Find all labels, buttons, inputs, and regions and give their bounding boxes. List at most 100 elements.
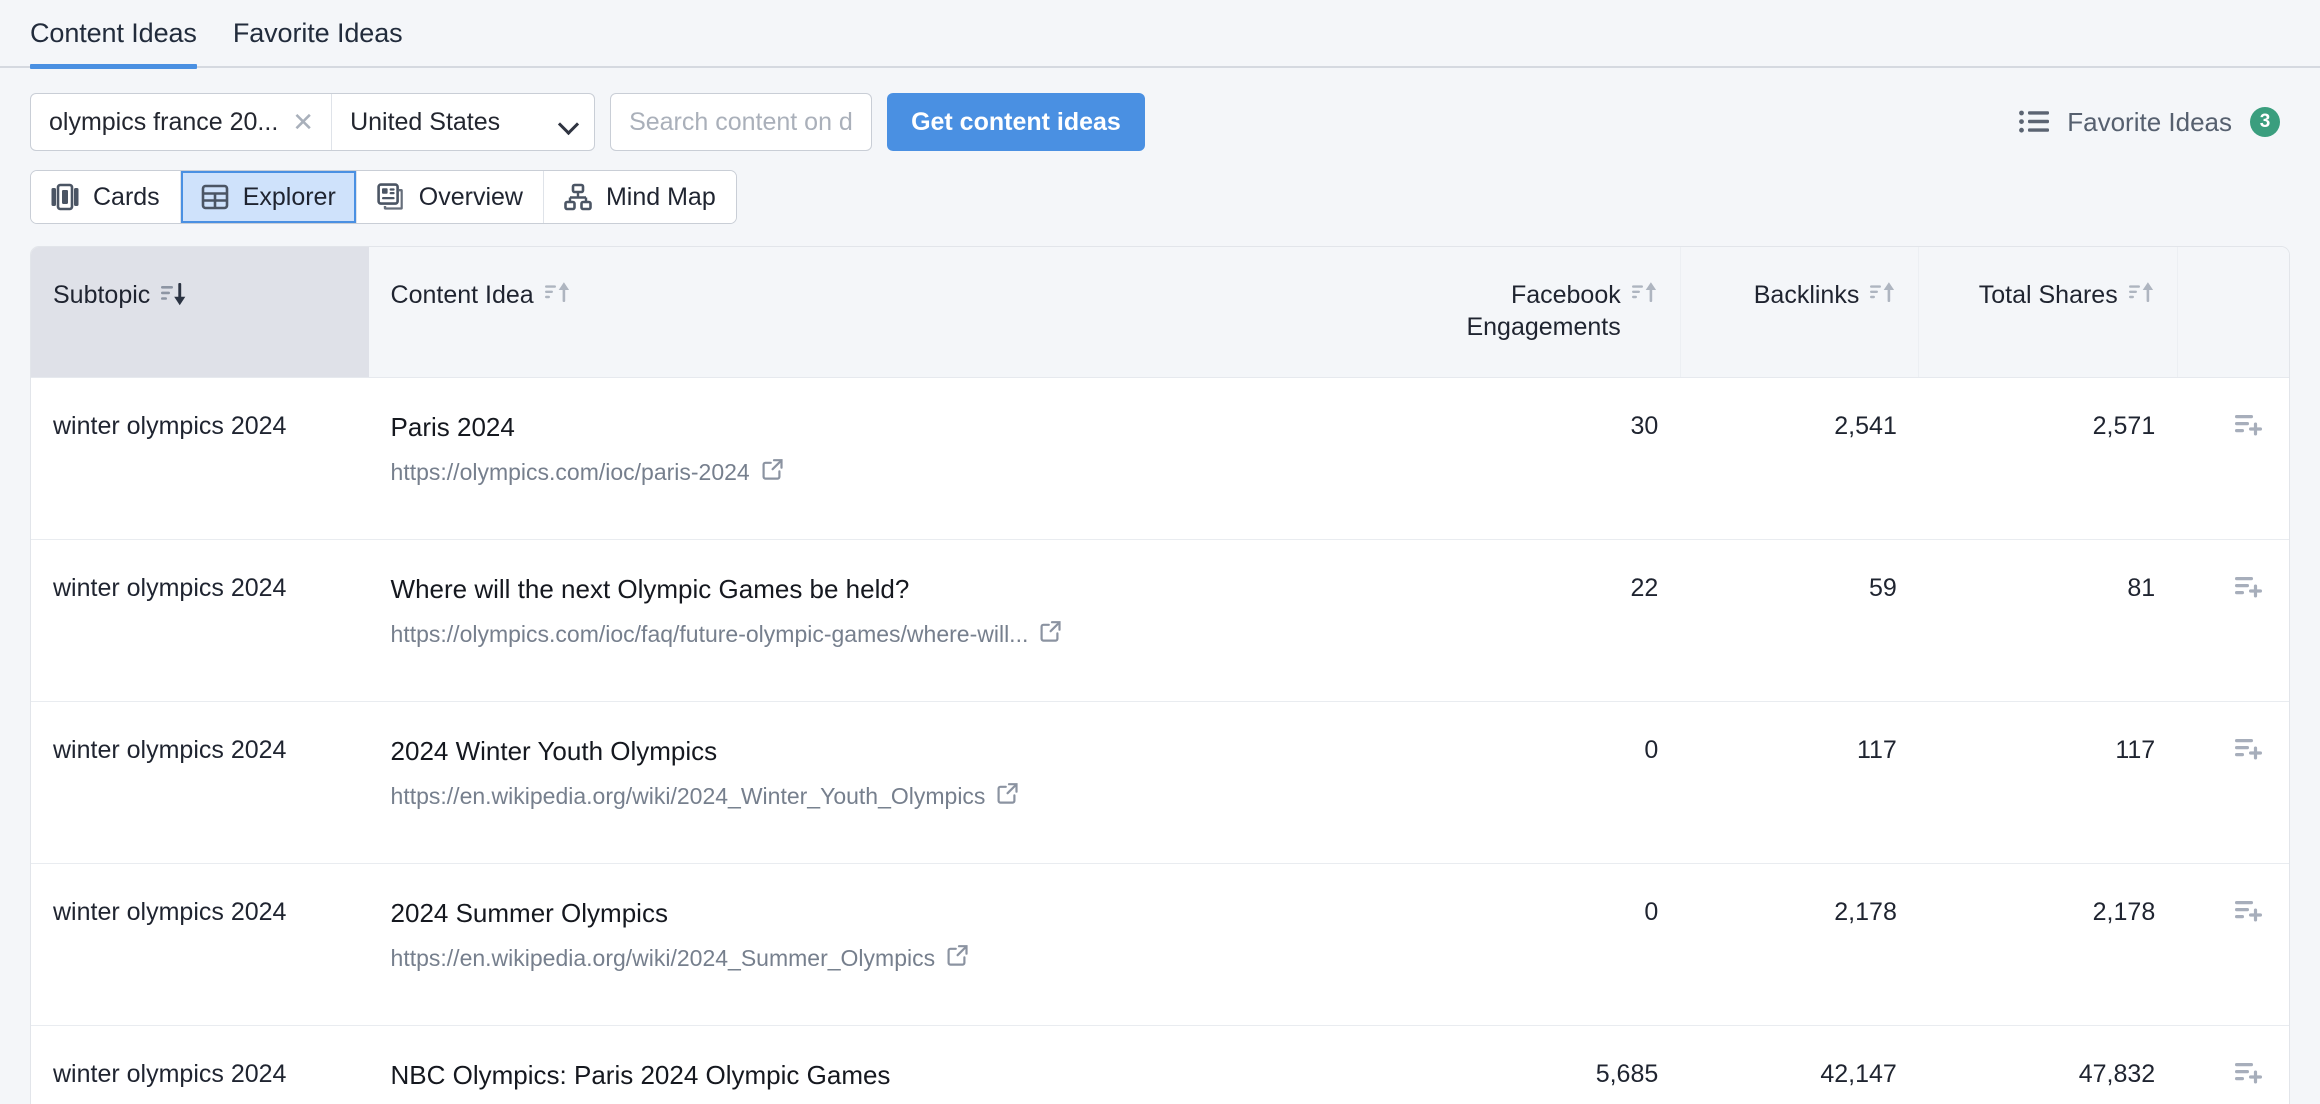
- table-row[interactable]: winter olympics 2024 Paris 2024 https://…: [31, 377, 2289, 540]
- sort-ascending-icon: [1631, 281, 1658, 314]
- cell-subtopic: winter olympics 2024: [31, 863, 369, 1026]
- column-header-backlinks[interactable]: Backlinks: [1680, 247, 1920, 378]
- domain-search-input[interactable]: [610, 93, 873, 151]
- content-idea-url[interactable]: https://en.wikipedia.org/wiki/2024_Summe…: [391, 945, 936, 972]
- content-ideas-table-wrapper: Subtopic Content Idea Facebook Engagemen…: [30, 246, 2290, 1104]
- cell-total-shares: 2,571: [1918, 377, 2178, 540]
- add-to-list-icon[interactable]: [2235, 898, 2265, 931]
- view-button-mindmap-label: Mind Map: [605, 182, 716, 211]
- column-header-facebook-engagements[interactable]: Facebook Engagements: [1410, 247, 1681, 378]
- cell-facebook-engagements: 5,685: [1410, 1025, 1681, 1104]
- content-idea-url-row: https://en.wikipedia.org/wiki/2024_Winte…: [391, 781, 1387, 812]
- overview-icon: [377, 183, 405, 211]
- main-tabs: Content Ideas Favorite Ideas: [0, 0, 2320, 69]
- cell-backlinks: 59: [1680, 539, 1919, 702]
- table-header: Subtopic Content Idea Facebook Engagemen…: [31, 247, 2289, 378]
- content-idea-title[interactable]: Paris 2024: [391, 412, 1387, 443]
- content-idea-url-row: https://olympics.com/ioc/paris-2024: [391, 457, 1387, 488]
- table-row[interactable]: winter olympics 2024 NBC Olympics: Paris…: [31, 1025, 2289, 1104]
- column-header-actions: [2177, 247, 2289, 378]
- add-to-list-icon[interactable]: [2235, 1060, 2265, 1093]
- cards-icon: [51, 183, 79, 211]
- column-header-total-shares-label: Total Shares: [1978, 281, 2118, 309]
- external-link-icon[interactable]: [996, 781, 1020, 812]
- content-idea-title[interactable]: NBC Olympics: Paris 2024 Olympic Games: [391, 1060, 1387, 1091]
- sort-ascending-icon: [1870, 281, 1896, 314]
- cell-content-idea: 2024 Summer Olympics https://en.wikipedi…: [368, 863, 1411, 1026]
- close-icon[interactable]: ✕: [292, 109, 314, 135]
- view-switcher-group: Cards Explorer Overview Mind Map: [30, 170, 737, 224]
- cell-actions: [2177, 539, 2289, 702]
- external-link-icon[interactable]: [1039, 619, 1063, 650]
- cell-subtopic: winter olympics 2024: [31, 701, 369, 864]
- get-content-ideas-button[interactable]: Get content ideas: [887, 93, 1145, 151]
- country-select[interactable]: United States: [332, 94, 594, 150]
- column-header-content-idea-label: Content Idea: [390, 281, 534, 309]
- cell-subtopic: winter olympics 2024: [31, 1025, 369, 1104]
- content-ideas-table: Subtopic Content Idea Facebook Engagemen…: [31, 247, 2289, 1104]
- cell-backlinks: 42,147: [1680, 1025, 1919, 1104]
- cell-backlinks: 117: [1680, 701, 1919, 864]
- view-button-cards-label: Cards: [93, 182, 160, 211]
- cell-total-shares: 81: [1918, 539, 2178, 702]
- keyword-chip-label: olympics france 20...: [49, 107, 279, 136]
- cell-actions: [2177, 377, 2289, 540]
- cell-content-idea: 2024 Winter Youth Olympics https://en.wi…: [368, 701, 1411, 864]
- cell-backlinks: 2,541: [1680, 377, 1919, 540]
- sort-descending-icon: [161, 281, 187, 314]
- column-header-content-idea[interactable]: Content Idea: [368, 247, 1411, 378]
- add-to-list-icon[interactable]: [2235, 412, 2265, 445]
- cell-subtopic: winter olympics 2024: [31, 377, 369, 540]
- keyword-country-group: olympics france 20... ✕ United States: [30, 93, 596, 151]
- view-button-overview-label: Overview: [418, 182, 523, 211]
- favorite-ideas-count-badge: 3: [2250, 107, 2280, 137]
- cell-total-shares: 117: [1918, 701, 2178, 864]
- content-idea-title[interactable]: 2024 Winter Youth Olympics: [391, 736, 1387, 767]
- cell-content-idea: NBC Olympics: Paris 2024 Olympic Games h…: [368, 1025, 1411, 1104]
- cell-content-idea: Where will the next Olympic Games be hel…: [368, 539, 1411, 702]
- view-switcher: Cards Explorer Overview Mind Map: [0, 154, 2320, 224]
- table-body: winter olympics 2024 Paris 2024 https://…: [31, 377, 2289, 1104]
- cell-total-shares: 47,832: [1918, 1025, 2178, 1104]
- add-to-list-icon[interactable]: [2235, 574, 2265, 607]
- favorite-ideas-link[interactable]: Favorite Ideas 3: [2019, 107, 2290, 138]
- column-header-subtopic[interactable]: Subtopic: [31, 247, 369, 378]
- content-idea-url-row: https://olympics.com/ioc/faq/future-olym…: [391, 619, 1387, 650]
- tab-favorite-ideas-label: Favorite Ideas: [232, 18, 403, 48]
- column-header-total-shares[interactable]: Total Shares: [1918, 247, 2178, 378]
- view-button-mindmap[interactable]: Mind Map: [543, 171, 736, 223]
- keyword-chip[interactable]: olympics france 20... ✕: [31, 94, 333, 150]
- content-idea-title[interactable]: 2024 Summer Olympics: [391, 898, 1387, 929]
- sort-ascending-icon: [544, 281, 571, 314]
- favorite-ideas-label: Favorite Ideas: [2067, 106, 2232, 137]
- view-button-overview[interactable]: Overview: [356, 171, 544, 223]
- content-idea-url[interactable]: https://en.wikipedia.org/wiki/2024_Winte…: [391, 783, 986, 810]
- sort-ascending-icon: [2128, 281, 2155, 314]
- add-to-list-icon[interactable]: [2235, 736, 2265, 769]
- cell-actions: [2177, 1025, 2289, 1104]
- external-link-icon[interactable]: [946, 943, 970, 974]
- view-button-explorer[interactable]: Explorer: [180, 171, 357, 223]
- table-row[interactable]: winter olympics 2024 2024 Winter Youth O…: [31, 701, 2289, 864]
- view-button-cards[interactable]: Cards: [31, 171, 181, 223]
- external-link-icon[interactable]: [761, 457, 785, 488]
- cell-content-idea: Paris 2024 https://olympics.com/ioc/pari…: [368, 377, 1411, 540]
- table-header-row: Subtopic Content Idea Facebook Engagemen…: [31, 247, 2289, 378]
- table-row[interactable]: winter olympics 2024 2024 Summer Olympic…: [31, 863, 2289, 1026]
- cell-subtopic: winter olympics 2024: [31, 539, 369, 702]
- tab-content-ideas[interactable]: Content Ideas: [30, 0, 197, 69]
- column-header-backlinks-label: Backlinks: [1753, 281, 1860, 309]
- column-header-facebook-engagements-label: Facebook Engagements: [1466, 281, 1621, 341]
- content-idea-url[interactable]: https://olympics.com/ioc/faq/future-olym…: [391, 621, 1029, 648]
- cell-facebook-engagements: 0: [1410, 701, 1681, 864]
- content-idea-url[interactable]: https://olympics.com/ioc/paris-2024: [391, 459, 750, 486]
- list-icon: [2019, 110, 2050, 134]
- tab-favorite-ideas[interactable]: Favorite Ideas: [233, 0, 403, 69]
- cell-facebook-engagements: 30: [1410, 377, 1681, 540]
- cell-facebook-engagements: 22: [1410, 539, 1681, 702]
- view-button-explorer-label: Explorer: [242, 182, 336, 211]
- content-ideas-page: Content Ideas Favorite Ideas olympics fr…: [0, 0, 2320, 1104]
- content-idea-title[interactable]: Where will the next Olympic Games be hel…: [391, 574, 1387, 605]
- chevron-down-icon: [560, 117, 578, 128]
- table-row[interactable]: winter olympics 2024 Where will the next…: [31, 539, 2289, 702]
